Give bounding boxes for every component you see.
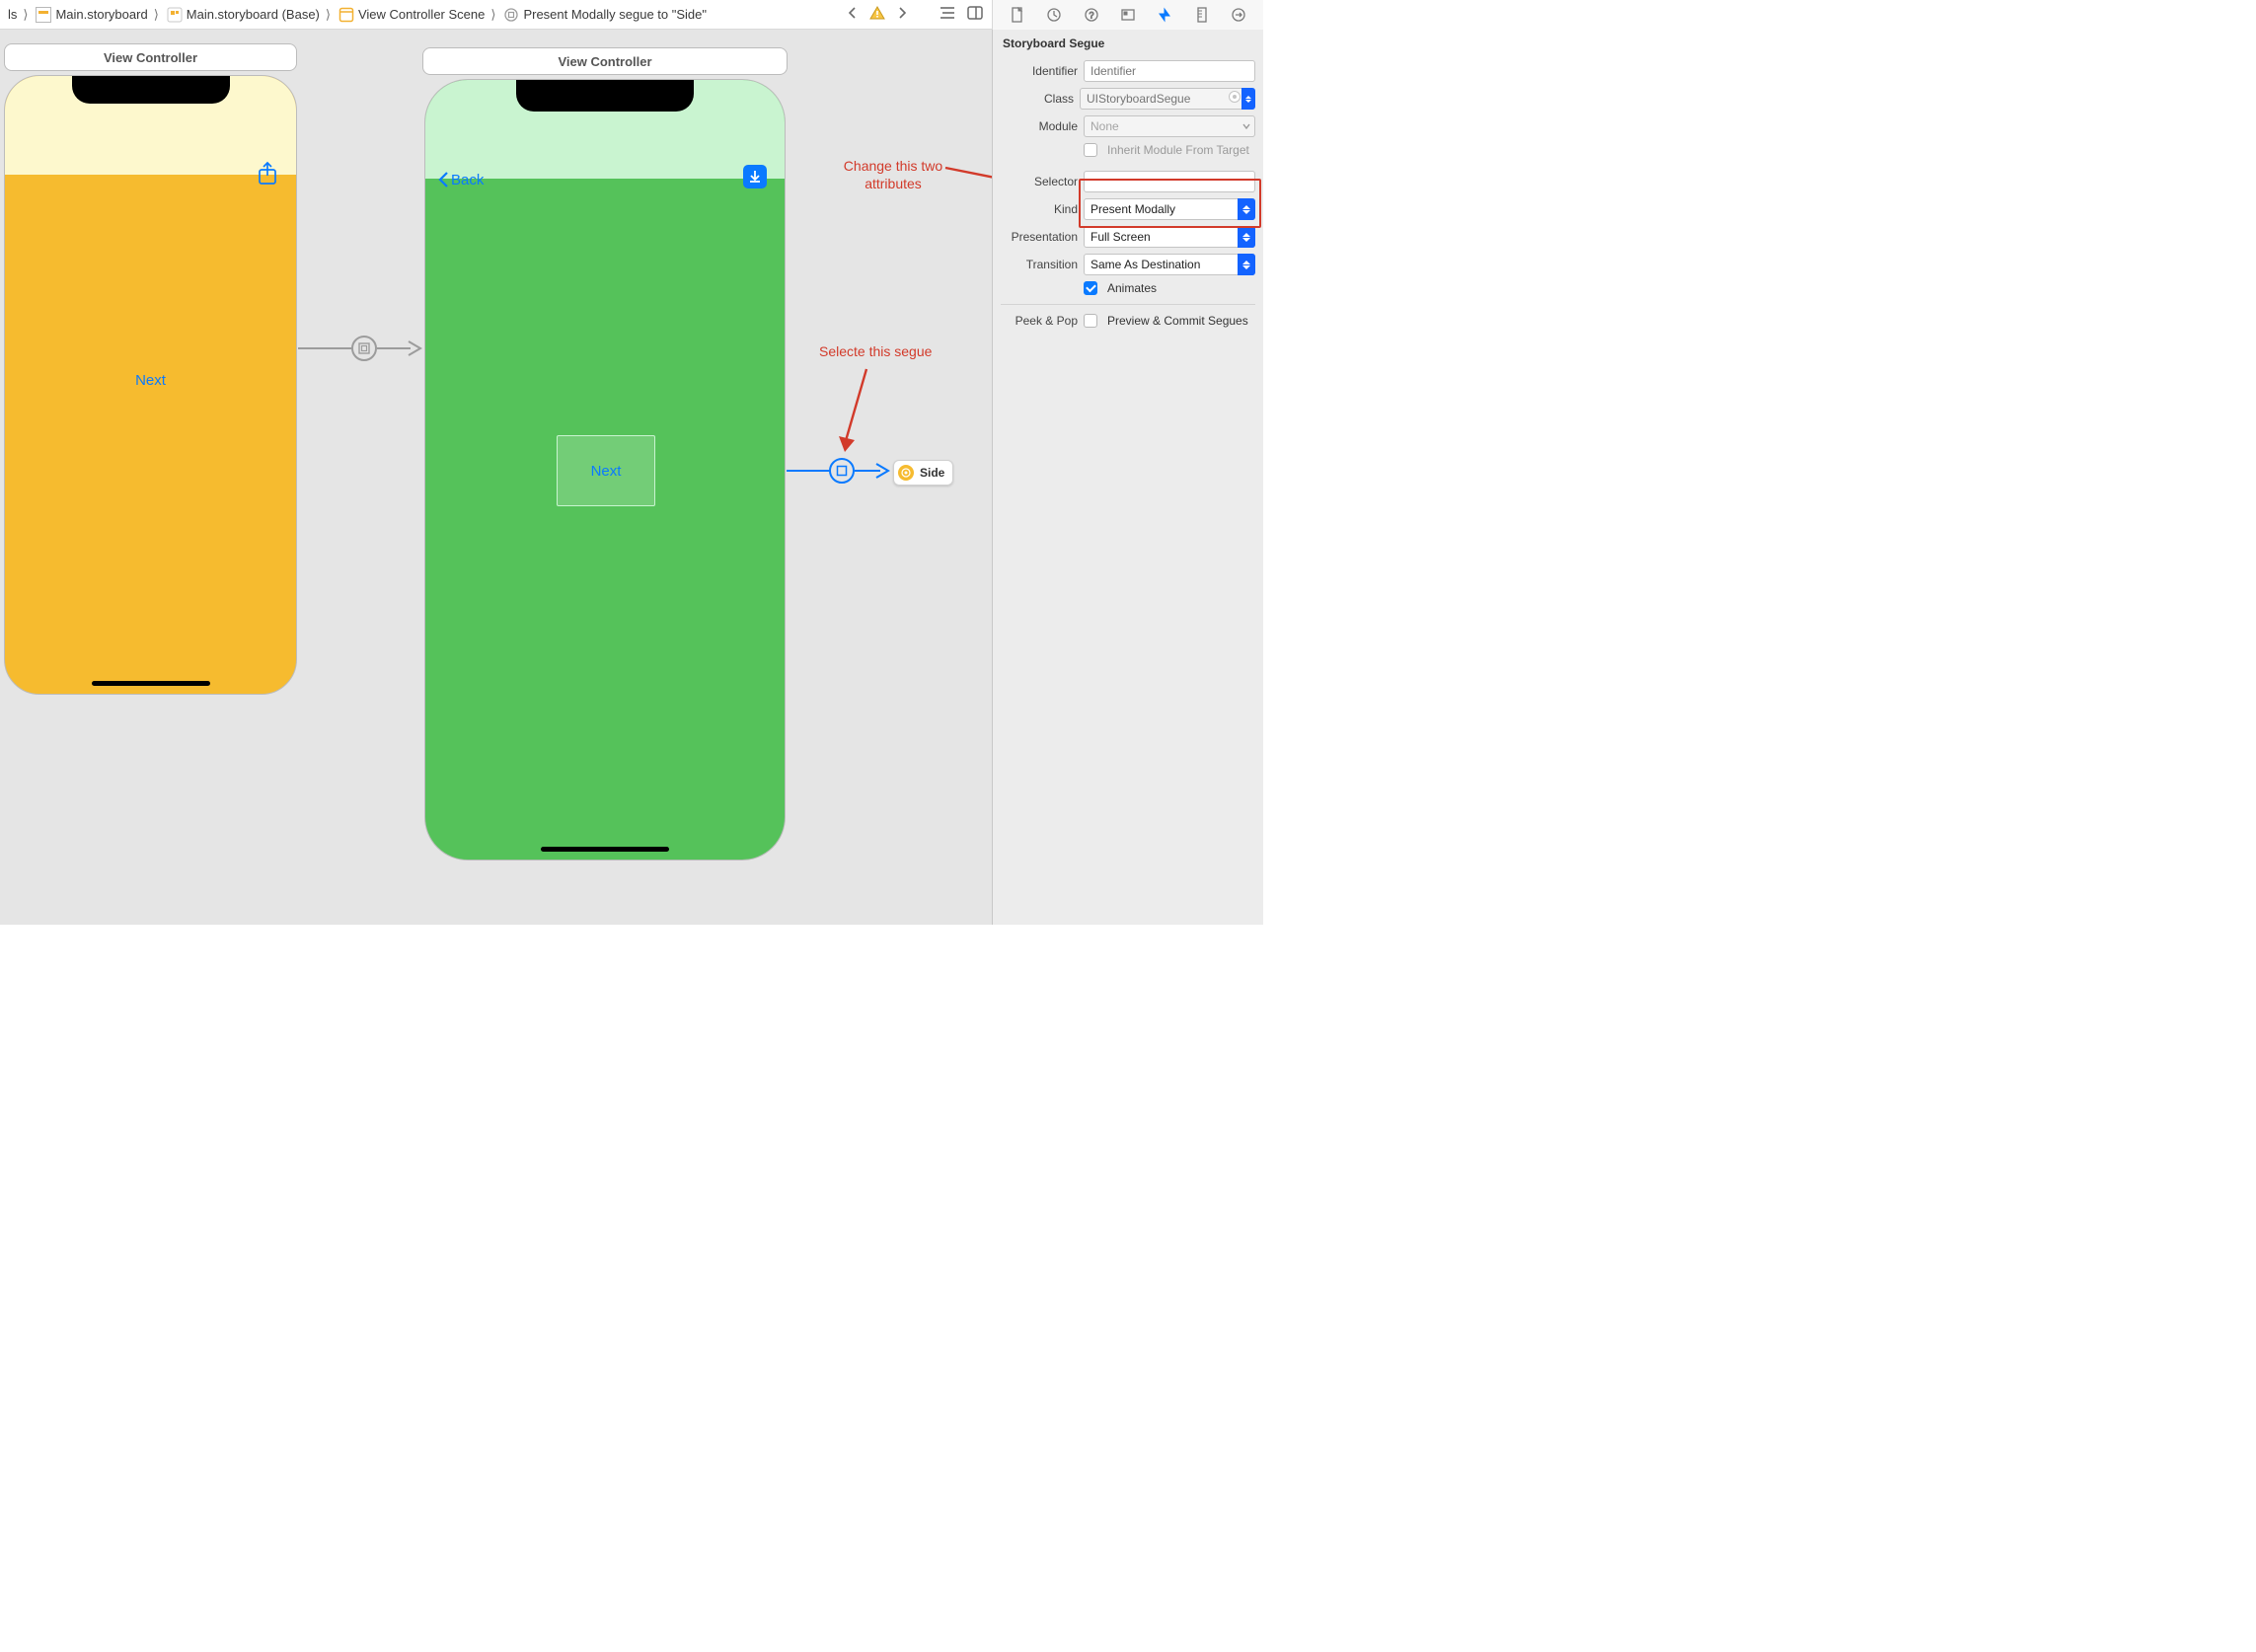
scene-title-label: View Controller [558, 54, 651, 69]
breadcrumb: ls ⟩ Main.storyboard ⟩ Main.storyboard (… [0, 7, 838, 23]
download-icon[interactable] [743, 165, 767, 188]
checkbox-label: Inherit Module From Target [1107, 143, 1249, 157]
checkbox-label: Preview & Commit Segues [1107, 314, 1248, 328]
field-label: Identifier [993, 64, 1078, 78]
class-dropdown-stepper[interactable] [1241, 88, 1255, 110]
chevron-right-icon: ⟩ [326, 7, 331, 23]
file-inspector-tab[interactable] [1007, 4, 1028, 26]
breadcrumb-item[interactable]: Main.storyboard (Base) ⟩ [163, 7, 335, 23]
size-inspector-tab[interactable] [1191, 4, 1213, 26]
identity-inspector-tab[interactable] [1117, 4, 1139, 26]
device-notch [516, 80, 694, 112]
field-label: Class [993, 92, 1074, 106]
scene-icon [338, 7, 354, 23]
peek-pop-checkbox[interactable] [1084, 314, 1097, 328]
assistant-toggle-button[interactable] [966, 4, 984, 25]
presentation-select-value: Full Screen [1090, 230, 1151, 244]
breadcrumb-label: ls [8, 7, 17, 22]
presentation-select[interactable]: Full Screen [1084, 226, 1255, 248]
attributes-inspector-panel: Storyboard Segue Identifier Class Module… [992, 30, 1263, 925]
container-view[interactable]: Next [557, 435, 655, 506]
segue-node-selected-icon[interactable] [829, 458, 855, 484]
inherit-module-checkbox[interactable] [1084, 143, 1097, 157]
annotation-arrow-icon [945, 164, 992, 193]
class-input[interactable] [1080, 88, 1246, 110]
chevron-down-icon [1241, 119, 1251, 136]
field-label: Module [993, 119, 1078, 133]
top-toolbar: ls ⟩ Main.storyboard ⟩ Main.storyboard (… [0, 0, 1263, 30]
breadcrumb-label: View Controller Scene [358, 7, 485, 22]
next-button[interactable]: Next [591, 463, 622, 480]
svg-text:?: ? [1089, 10, 1093, 20]
attributes-inspector-tab[interactable] [1154, 4, 1175, 26]
breadcrumb-label: Main.storyboard (Base) [187, 7, 320, 22]
animates-checkbox[interactable] [1084, 281, 1097, 295]
storyboard-base-icon [167, 7, 183, 23]
device-notch [72, 76, 230, 104]
segue-connector-selected[interactable] [787, 470, 830, 472]
transition-select-value: Same As Destination [1090, 258, 1200, 271]
clear-icon[interactable] [1229, 91, 1241, 103]
inspector-section-header: Storyboard Segue [993, 30, 1263, 57]
next-button[interactable]: Next [135, 372, 166, 389]
field-label: Peek & Pop [993, 314, 1078, 328]
field-label: Transition [993, 258, 1078, 271]
storyboard-canvas[interactable]: View Controller Next View Controller Bac… [0, 30, 992, 925]
segue-connector [377, 347, 411, 349]
transition-select[interactable]: Same As Destination [1084, 254, 1255, 275]
view-controller-preview[interactable]: Back Next [424, 79, 786, 861]
segue-icon [503, 7, 519, 23]
inspector-tab-bar: ? [992, 0, 1263, 30]
home-indicator [541, 847, 669, 852]
share-icon[interactable] [257, 161, 278, 189]
breadcrumb-item[interactable]: Main.storyboard ⟩ [32, 7, 162, 23]
outline-toggle-button[interactable] [939, 4, 956, 25]
chevron-right-icon: ⟩ [23, 7, 28, 23]
breadcrumb-item[interactable]: ls ⟩ [4, 7, 32, 23]
select-stepper-icon[interactable] [1238, 226, 1255, 248]
arrow-right-icon [874, 462, 892, 480]
divider [1001, 304, 1255, 305]
chevron-right-icon: ⟩ [490, 7, 495, 23]
module-select[interactable]: None [1084, 115, 1255, 137]
chevron-left-icon [437, 171, 449, 188]
help-inspector-tab[interactable]: ? [1081, 4, 1102, 26]
annotation-arrow-icon [837, 365, 876, 458]
scene-title-bar[interactable]: View Controller [4, 43, 297, 71]
breadcrumb-label: Main.storyboard [55, 7, 147, 22]
breadcrumb-item[interactable]: Present Modally segue to "Side" [499, 7, 711, 23]
select-stepper-icon[interactable] [1238, 254, 1255, 275]
annotation-highlight-box [1079, 179, 1261, 228]
field-label: Kind [993, 202, 1078, 216]
view-controller-preview[interactable]: Next [4, 75, 297, 695]
annotation-text: Change this two attributes [839, 158, 947, 192]
segue-node-icon[interactable] [351, 336, 377, 361]
issues-warning-icon[interactable] [869, 5, 885, 24]
destination-scene-label: Side [920, 466, 944, 480]
destination-scene-chip[interactable]: Side [893, 460, 953, 486]
breadcrumb-item[interactable]: View Controller Scene ⟩ [335, 7, 499, 23]
back-button-label: Back [451, 172, 484, 188]
history-inspector-tab[interactable] [1043, 4, 1065, 26]
view-controller-icon [898, 465, 914, 481]
field-label: Selector [993, 175, 1078, 188]
connections-inspector-tab[interactable] [1228, 4, 1249, 26]
identifier-input[interactable] [1084, 60, 1255, 82]
module-select-value: None [1090, 119, 1119, 133]
history-forward-button[interactable] [895, 6, 909, 23]
arrow-right-icon [407, 339, 424, 357]
toolbar-right-group [838, 4, 992, 25]
scene-title-label: View Controller [104, 50, 197, 65]
field-label: Presentation [993, 230, 1078, 244]
storyboard-file-icon [36, 7, 51, 23]
scene-title-bar[interactable]: View Controller [422, 47, 788, 75]
history-back-button[interactable] [846, 6, 860, 23]
breadcrumb-label: Present Modally segue to "Side" [523, 7, 707, 22]
home-indicator [92, 681, 210, 686]
segue-connector[interactable] [298, 347, 352, 349]
back-button[interactable]: Back [437, 171, 484, 188]
annotation-text: Selecte this segue [819, 343, 932, 361]
checkbox-label: Animates [1107, 281, 1157, 295]
chevron-right-icon: ⟩ [154, 7, 159, 23]
